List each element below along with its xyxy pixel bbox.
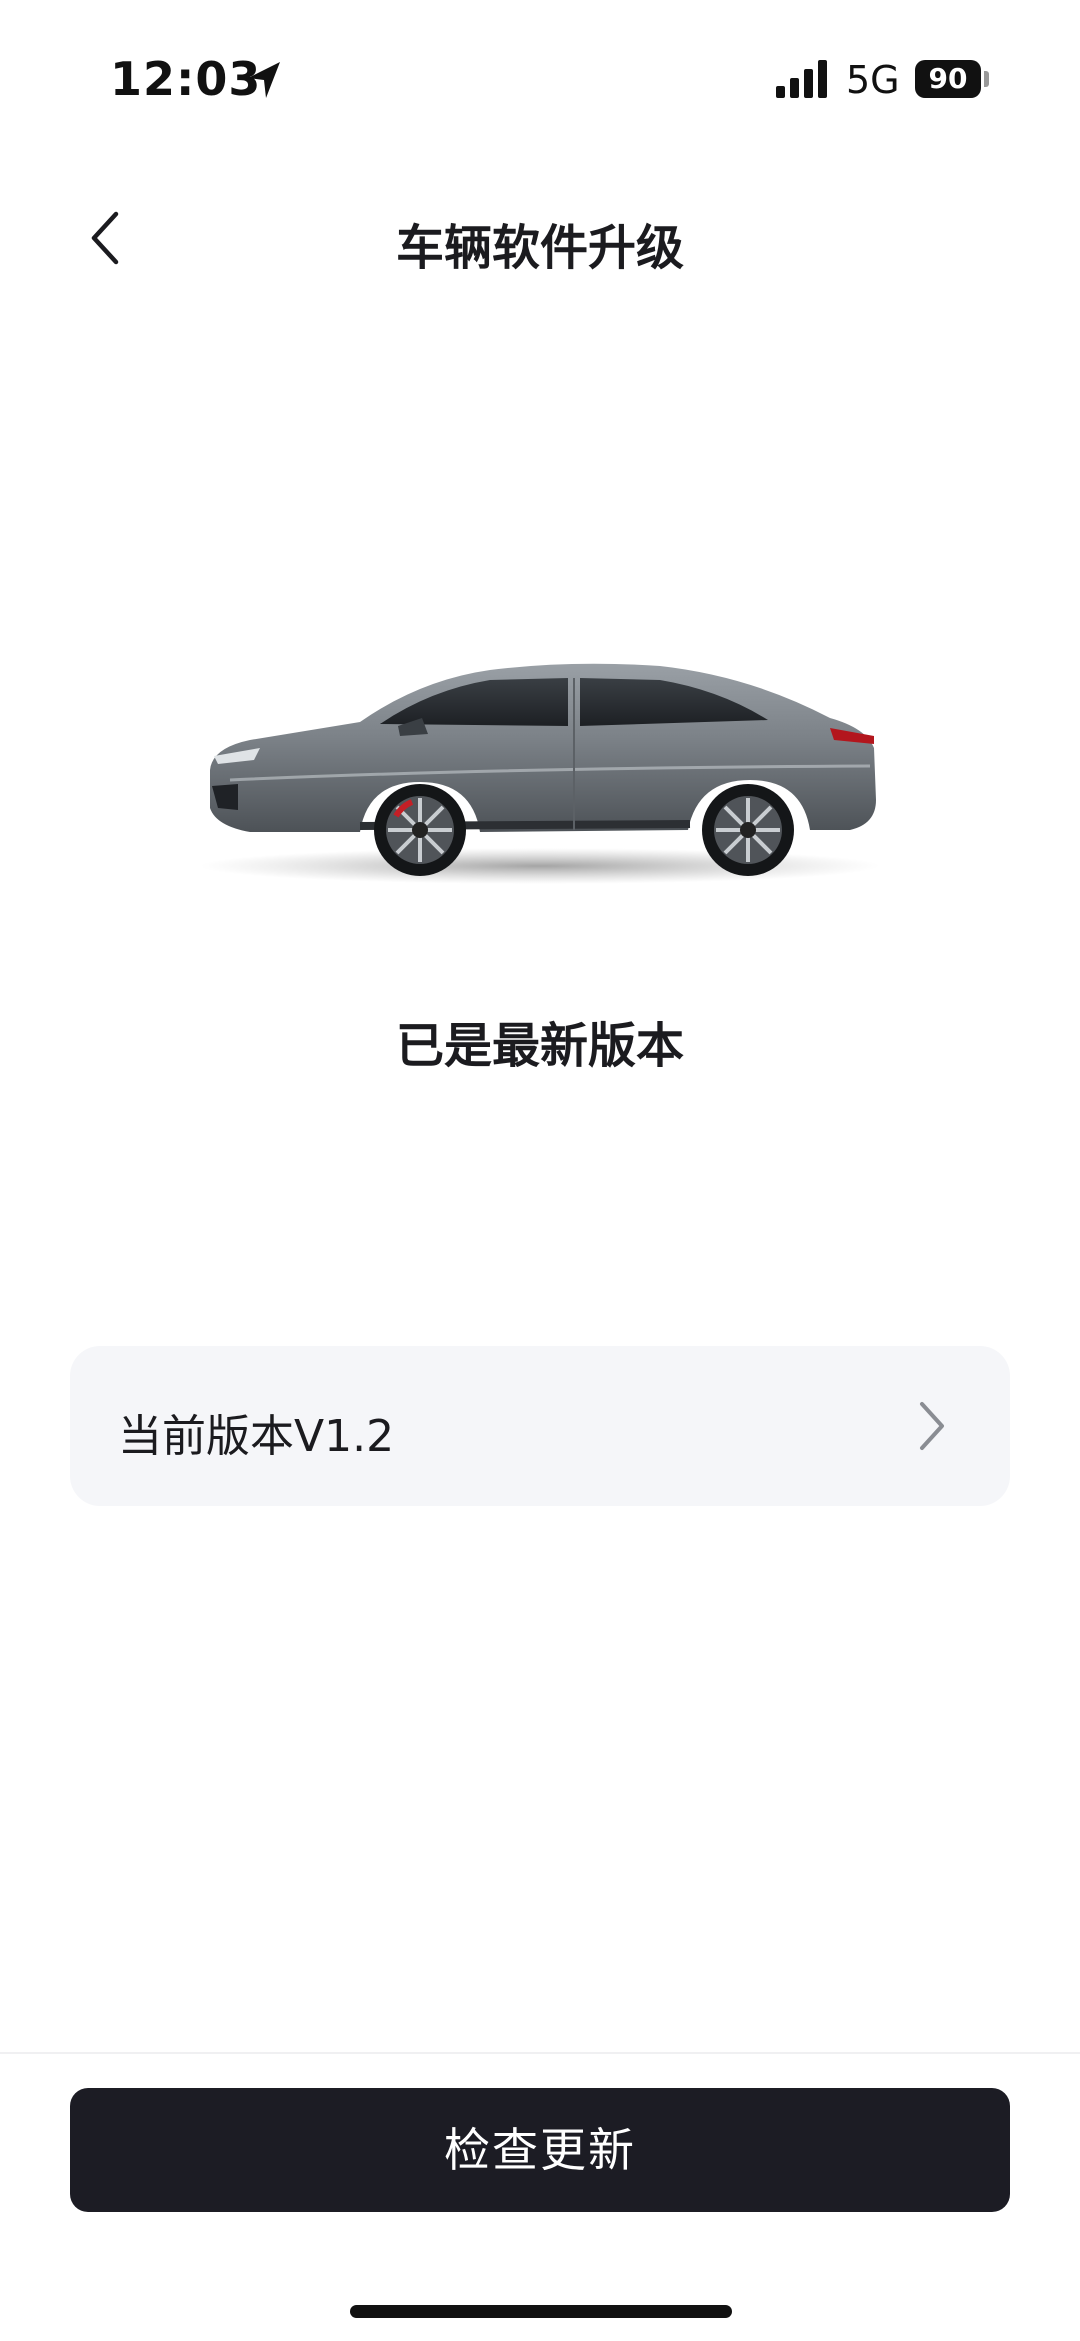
current-version-row[interactable]: 当前版本V1.2 [70, 1346, 1010, 1506]
header: 车辆软件升级 [0, 190, 1080, 286]
divider [0, 2052, 1080, 2054]
update-status-message: 已是最新版本 [395, 1018, 684, 1074]
battery-cap [984, 71, 989, 87]
battery-level: 90 [928, 62, 968, 95]
status-bar: 12:03 5G 90 [0, 0, 1080, 160]
chevron-right-icon [920, 1402, 944, 1450]
current-version-label: 当前版本V1.2 [118, 1411, 395, 1462]
location-arrow-icon [248, 62, 280, 98]
check-update-button[interactable]: 检查更新 [70, 2088, 1010, 2212]
vehicle-image [190, 640, 890, 900]
status-time: 12:03 [110, 52, 262, 106]
network-type: 5G [846, 58, 900, 102]
cellular-signal-icon [776, 60, 827, 98]
battery-icon: 90 [915, 60, 981, 98]
home-indicator [350, 2305, 732, 2318]
page-title: 车辆软件升级 [395, 220, 684, 276]
